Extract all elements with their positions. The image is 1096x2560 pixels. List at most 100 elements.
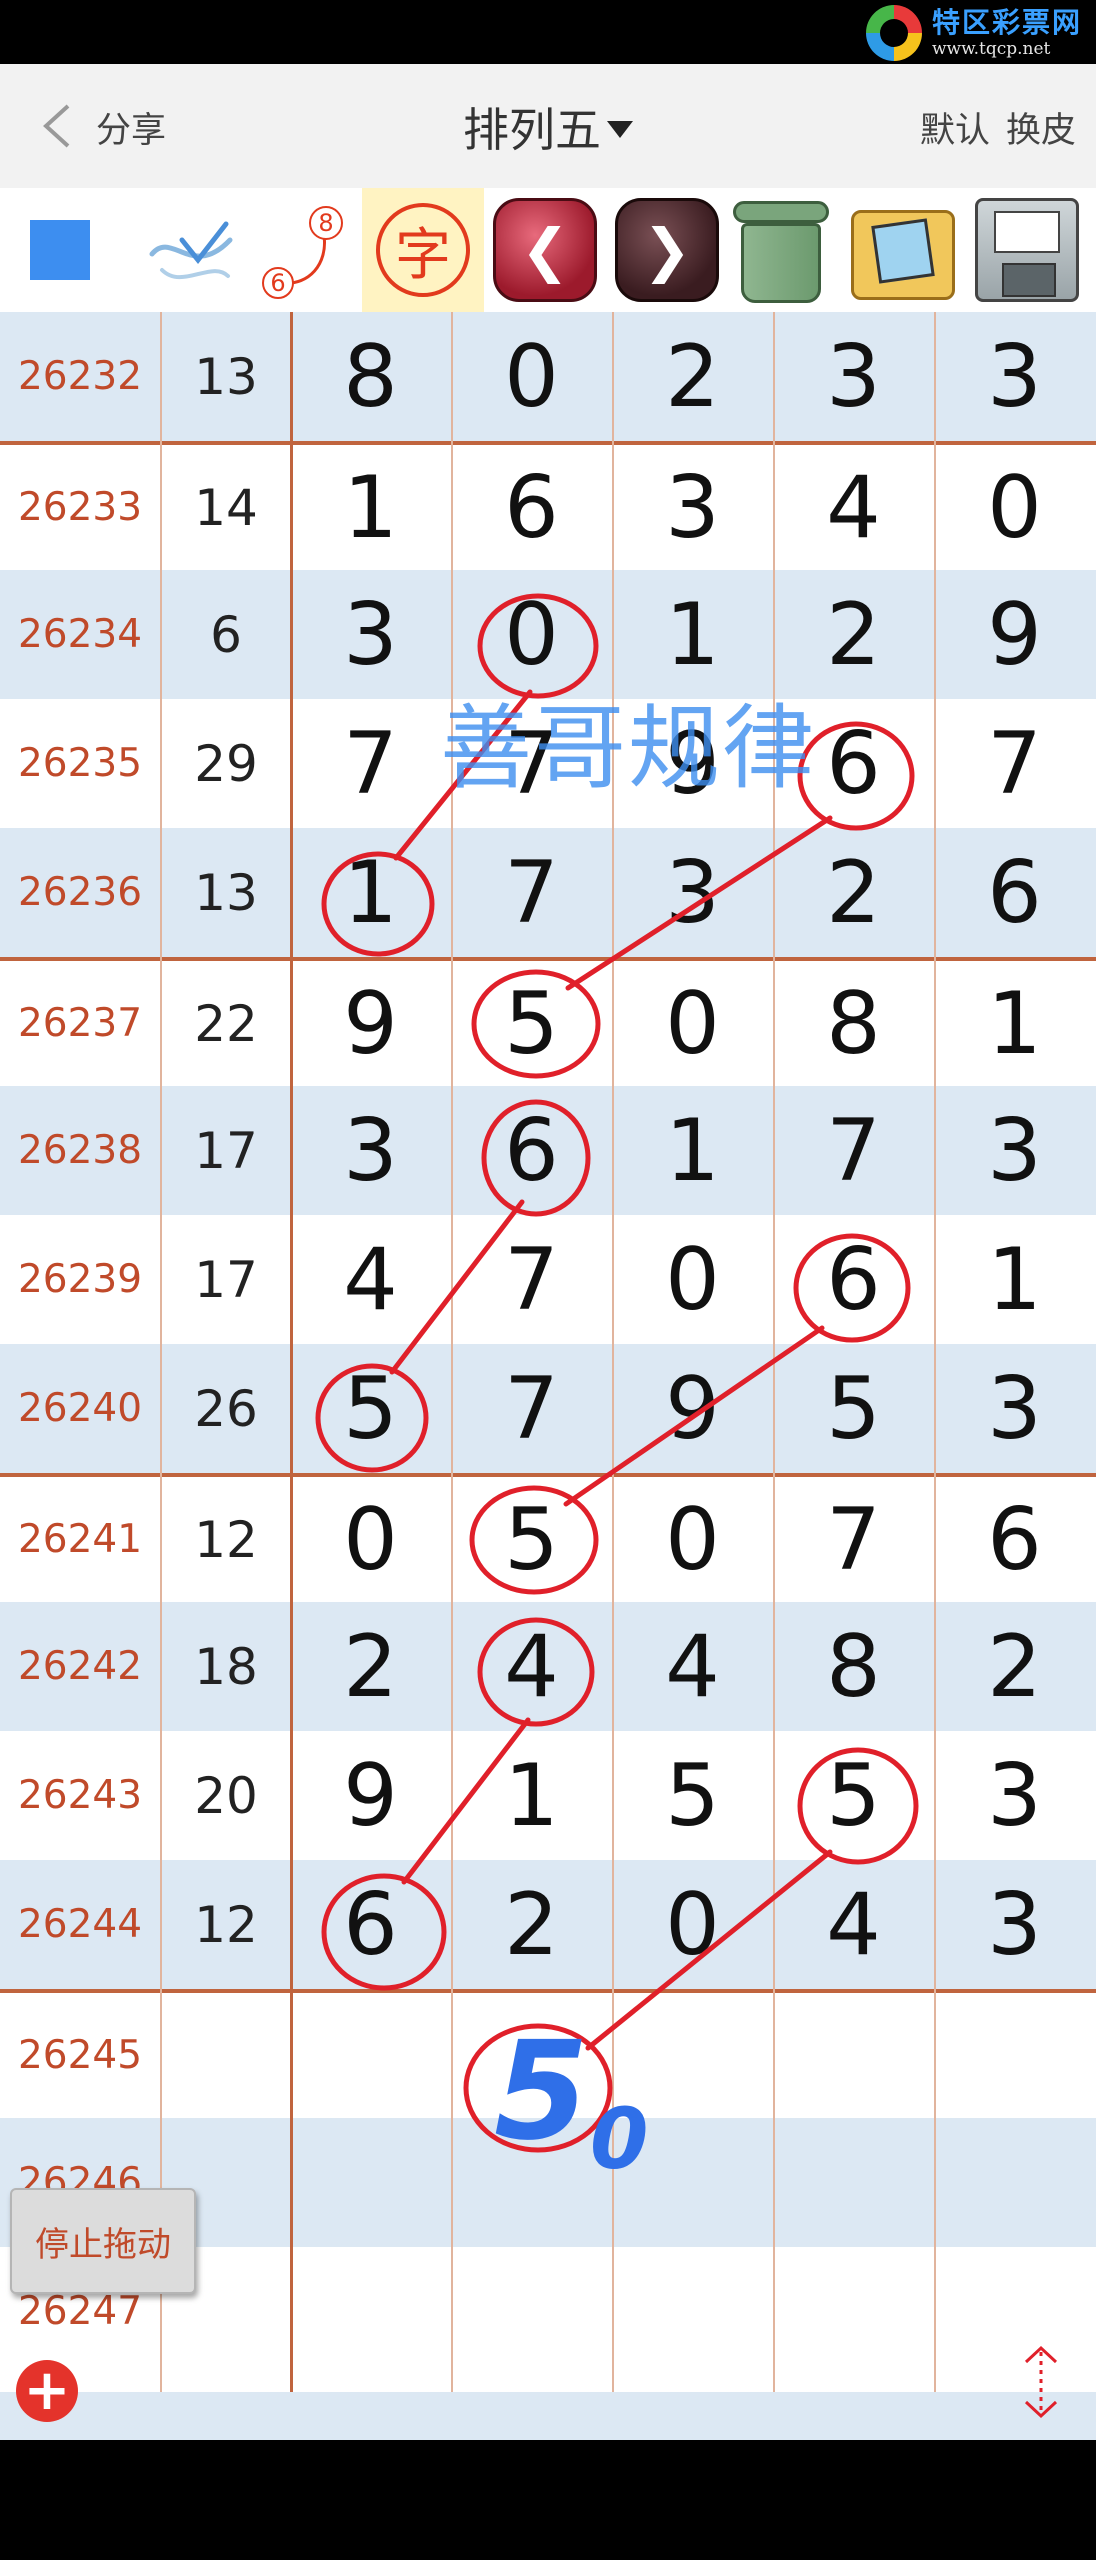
digit-cell-1[interactable]: 6 [290,1860,451,1989]
digit-cell-3[interactable]: 2 [612,312,773,441]
digit-cell-5[interactable]: 0 [934,445,1095,570]
text-tool[interactable]: 字 [362,188,484,312]
digit-cell-1[interactable]: 4 [290,1215,451,1344]
photo-folder-icon [851,200,955,300]
pen-tool[interactable] [140,188,240,312]
digit-cell-3[interactable]: 1 [612,570,773,699]
digit-cell-5[interactable]: 7 [934,699,1095,828]
digit-cell-4[interactable]: 4 [773,1860,934,1989]
digit-cell-2[interactable] [451,1993,612,2118]
digit-cell-2[interactable]: 6 [451,445,612,570]
digit-cell-2[interactable]: 7 [451,699,612,828]
digit-cell-1[interactable] [290,2247,451,2376]
digit-cell-2[interactable]: 0 [451,312,612,441]
digit-cell-5[interactable] [934,1993,1095,2118]
digit-cell-3[interactable]: 0 [612,1860,773,1989]
digit-cell-4[interactable] [773,2118,934,2247]
brand-name: 特区彩票网 [931,5,1082,39]
digit-cell-2[interactable]: 7 [451,1344,612,1473]
digit-cell-4[interactable] [773,1993,934,2118]
digit-cell-3[interactable] [612,2247,773,2376]
digit-cell-4[interactable] [773,2247,934,2376]
scroll-arrows-icon[interactable] [1018,2344,1064,2420]
digit-cell-1[interactable]: 1 [290,828,451,957]
undo-button[interactable]: ❮ [490,188,600,312]
digit-cell-5[interactable]: 3 [934,312,1095,441]
digit-cell-2[interactable]: 7 [451,1215,612,1344]
digit-cell-1[interactable]: 1 [290,445,451,570]
digit-cell-5[interactable]: 2 [934,1602,1095,1731]
draw-history-table[interactable]: 26247 26246 26245 26244 12 6 2 0 4 3 26243 20 9 1 5 5 3 2… [0,312,1096,2392]
save-button[interactable] [970,188,1084,312]
clear-button[interactable] [724,188,838,312]
digit-cell-2[interactable]: 5 [451,1477,612,1602]
digit-cell-3[interactable] [612,2118,773,2247]
caret-down-icon [607,121,633,138]
digit-cell-3[interactable]: 1 [612,1086,773,1215]
digit-cell-3[interactable]: 9 [612,699,773,828]
curve-tool[interactable]: 8 6 [258,188,348,312]
digit-cell-2[interactable]: 0 [451,570,612,699]
change-skin-button[interactable]: 换皮 [1006,102,1076,153]
image-button[interactable] [846,188,960,312]
digit-cell-2[interactable]: 6 [451,1086,612,1215]
default-button[interactable]: 默认 [920,102,990,153]
digit-cell-3[interactable]: 0 [612,1215,773,1344]
digit-cell-4[interactable]: 6 [773,699,934,828]
digit-cell-2[interactable]: 5 [451,961,612,1086]
digit-cell-4[interactable]: 6 [773,1215,934,1344]
digit-cell-1[interactable] [290,1993,451,2118]
digit-cell-3[interactable]: 3 [612,828,773,957]
digit-cell-2[interactable]: 7 [451,828,612,957]
digit-cell-5[interactable]: 3 [934,1860,1095,1989]
digit-cell-5[interactable]: 6 [934,828,1095,957]
digit-cell-4[interactable]: 7 [773,1086,934,1215]
digit-cell-4[interactable]: 8 [773,1602,934,1731]
digit-cell-1[interactable]: 7 [290,699,451,828]
digit-cell-5[interactable]: 3 [934,1086,1095,1215]
digit-cell-1[interactable]: 3 [290,1086,451,1215]
digit-cell-1[interactable]: 5 [290,1344,451,1473]
digit-cell-5[interactable]: 1 [934,961,1095,1086]
digit-cell-4[interactable]: 8 [773,961,934,1086]
digit-cell-4[interactable]: 4 [773,445,934,570]
digit-cell-4[interactable]: 5 [773,1344,934,1473]
digit-cell-4[interactable]: 7 [773,1477,934,1602]
digit-cell-4[interactable]: 2 [773,570,934,699]
digit-cell-2[interactable] [451,2118,612,2247]
digit-cell-1[interactable]: 3 [290,570,451,699]
digit-cell-1[interactable]: 9 [290,1731,451,1860]
digit-cell-3[interactable]: 0 [612,961,773,1086]
digit-cell-5[interactable] [934,2118,1095,2247]
digit-cell-5[interactable] [934,2247,1095,2376]
redo-button[interactable]: ❯ [612,188,722,312]
digit-cell-2[interactable]: 2 [451,1860,612,1989]
digit-cell-2[interactable]: 1 [451,1731,612,1860]
digit-cell-4[interactable]: 5 [773,1731,934,1860]
add-button[interactable]: + [16,2360,78,2422]
digit-cell-5[interactable]: 6 [934,1477,1095,1602]
stop-drag-button[interactable]: 停止拖动 [10,2188,196,2294]
digit-cell-5[interactable]: 3 [934,1731,1095,1860]
digit-cell-3[interactable]: 4 [612,1602,773,1731]
digit-cell-3[interactable]: 9 [612,1344,773,1473]
digit-cell-3[interactable]: 3 [612,445,773,570]
digit-cell-2[interactable]: 4 [451,1602,612,1731]
digit-cell-3[interactable]: 0 [612,1477,773,1602]
digit-cell-1[interactable] [290,2118,451,2247]
digit-cell-1[interactable]: 8 [290,312,451,441]
issue-number-cell: 26235 [17,741,143,786]
digit-cell-1[interactable]: 0 [290,1477,451,1602]
digit-cell-3[interactable] [612,1993,773,2118]
digit-cell-5[interactable]: 1 [934,1215,1095,1344]
digit-cell-3[interactable]: 5 [612,1731,773,1860]
digit-cell-1[interactable]: 2 [290,1602,451,1731]
digit-cell-4[interactable]: 3 [773,312,934,441]
color-square-tool[interactable] [20,188,100,312]
arrow-left-icon: ❮ [493,198,597,302]
digit-cell-2[interactable] [451,2247,612,2376]
digit-cell-5[interactable]: 9 [934,570,1095,699]
digit-cell-5[interactable]: 3 [934,1344,1095,1473]
digit-cell-1[interactable]: 9 [290,961,451,1086]
digit-cell-4[interactable]: 2 [773,828,934,957]
